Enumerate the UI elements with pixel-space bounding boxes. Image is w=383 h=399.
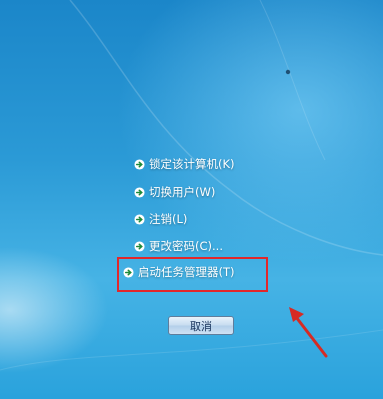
logoff-option[interactable]: 注销(L) bbox=[134, 209, 187, 229]
arrow-right-circle-icon bbox=[134, 186, 145, 198]
change-password-label: 更改密码(C)... bbox=[149, 239, 223, 253]
task-manager-highlight-box bbox=[117, 257, 268, 292]
lock-computer-label: 锁定该计算机(K) bbox=[149, 157, 235, 171]
arrow-right-circle-icon bbox=[134, 240, 145, 252]
cancel-button[interactable]: 取消 bbox=[168, 316, 234, 335]
arrow-right-circle-icon bbox=[134, 158, 145, 170]
switch-user-option[interactable]: 切换用户(W) bbox=[134, 182, 215, 202]
arrow-right-circle-icon bbox=[134, 213, 145, 225]
lock-computer-option[interactable]: 锁定该计算机(K) bbox=[134, 154, 235, 174]
switch-user-label: 切换用户(W) bbox=[149, 185, 216, 199]
logoff-label: 注销(L) bbox=[149, 212, 188, 226]
change-password-option[interactable]: 更改密码(C)... bbox=[134, 236, 223, 256]
